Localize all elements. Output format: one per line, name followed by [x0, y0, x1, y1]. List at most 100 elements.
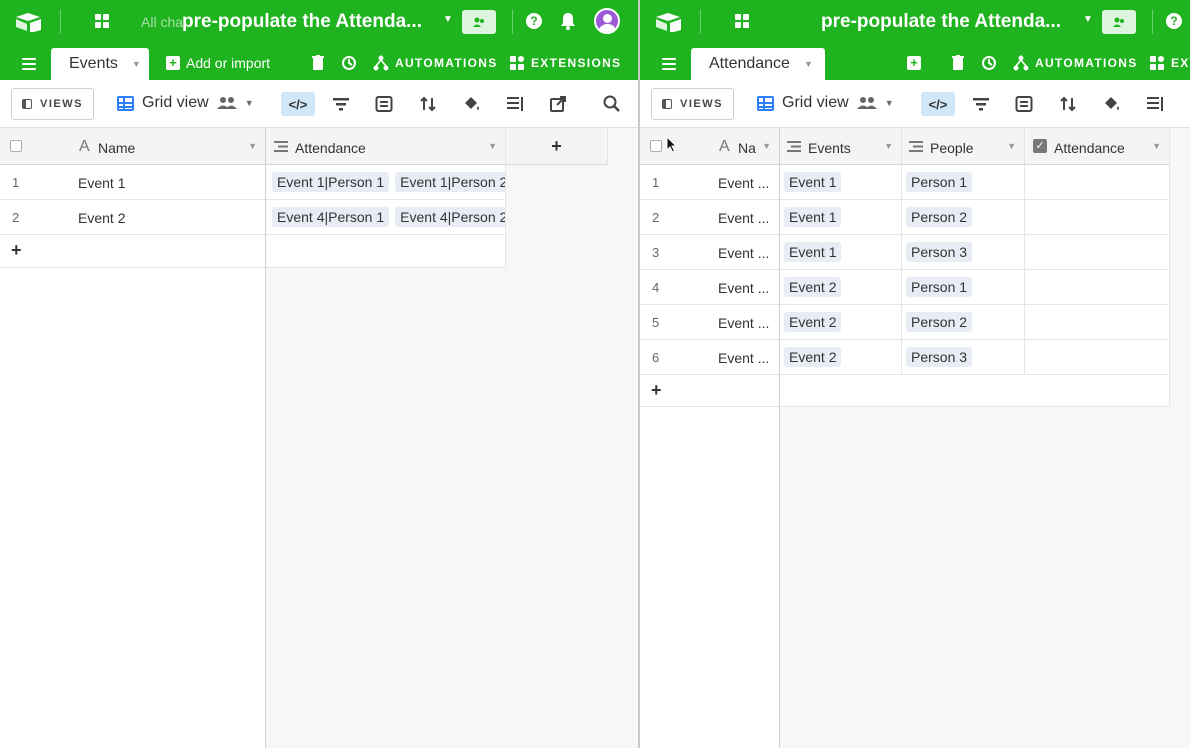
events-field-header[interactable]: Events ▼	[780, 128, 902, 165]
extensions-button[interactable]: EXTENSIONS	[509, 55, 621, 71]
linked-record-chip[interactable]: Event 1|Person 1	[272, 172, 390, 192]
cell-attendance[interactable]	[1025, 270, 1170, 305]
cell-events[interactable]: Event 1	[780, 200, 902, 235]
apps-icon[interactable]	[95, 14, 109, 28]
share-button[interactable]	[1102, 10, 1136, 34]
chevron-down-icon[interactable]: ▼	[762, 141, 771, 151]
chevron-down-icon[interactable]: ▼	[132, 59, 141, 69]
linked-record-chip[interactable]: Event 4|Person 2	[395, 207, 505, 227]
base-title[interactable]: pre-populate the Attenda...	[182, 11, 422, 33]
chevron-down-icon[interactable]: ▼	[248, 141, 257, 151]
filter-icon[interactable]	[331, 94, 351, 114]
views-button[interactable]: VIEWS	[11, 88, 94, 120]
hide-fields-button[interactable]: </>	[281, 92, 315, 116]
automations-button[interactable]: AUTOMATIONS	[1013, 55, 1138, 71]
row-height-icon[interactable]	[1145, 94, 1165, 114]
group-icon[interactable]	[374, 94, 394, 114]
cell-attendance[interactable]: Event 1|Person 1 Event 1|Person 2	[266, 165, 506, 200]
linked-record-chip[interactable]: Person 2	[906, 312, 973, 332]
cell-people[interactable]: Person 3	[902, 235, 1025, 270]
add-row-cell[interactable]	[780, 375, 1170, 407]
chevron-down-icon[interactable]: ▼	[1152, 141, 1161, 151]
cell-people[interactable]: Person 1	[902, 270, 1025, 305]
history-icon[interactable]	[981, 55, 997, 71]
cell-people[interactable]: Person 3	[902, 340, 1025, 375]
linked-record-chip[interactable]: Event 1	[784, 242, 842, 262]
filter-icon[interactable]	[971, 94, 991, 114]
help-icon[interactable]: ?	[526, 13, 542, 29]
select-all-checkbox[interactable]	[650, 140, 662, 152]
help-icon[interactable]: ?	[1166, 13, 1182, 29]
airtable-logo-icon[interactable]	[16, 12, 42, 32]
chevron-down-icon[interactable]: ▼	[245, 98, 254, 108]
chevron-down-icon[interactable]: ▼	[884, 141, 893, 151]
search-icon[interactable]	[602, 94, 622, 114]
add-field-button[interactable]: +	[506, 128, 608, 165]
linked-record-chip[interactable]: Event 1|Person 2	[395, 172, 505, 192]
linked-record-chip[interactable]: Event 1	[784, 172, 842, 192]
linked-record-chip[interactable]: Person 3	[906, 242, 973, 262]
grid-view-switcher[interactable]: Grid view ▼	[117, 94, 254, 112]
linked-record-chip[interactable]: Person 1	[906, 277, 973, 297]
cell-attendance[interactable]: Event 4|Person 1 Event 4|Person 2	[266, 200, 506, 235]
cell-name[interactable]: Event 2	[78, 210, 125, 226]
cell-attendance[interactable]	[1025, 200, 1170, 235]
primary-field-header[interactable]: A Na ▼	[640, 128, 780, 165]
cell-attendance[interactable]	[1025, 340, 1170, 375]
base-title[interactable]: pre-populate the Attenda...	[821, 11, 1061, 33]
hide-fields-button[interactable]: </>	[921, 92, 955, 116]
views-button[interactable]: VIEWS	[651, 88, 734, 120]
avatar[interactable]	[594, 8, 620, 34]
cell-attendance[interactable]	[1025, 235, 1170, 270]
tab-attendance[interactable]: Attendance ▼	[691, 48, 825, 80]
sort-icon[interactable]	[418, 94, 438, 114]
people-field-header[interactable]: People ▼	[902, 128, 1025, 165]
apps-icon[interactable]	[735, 14, 749, 28]
add-row-cell[interactable]	[266, 235, 506, 268]
cell-attendance[interactable]	[1025, 165, 1170, 200]
add-or-import-button[interactable]: + Add or import	[166, 55, 270, 71]
airtable-logo-icon[interactable]	[656, 12, 682, 32]
table-row[interactable]: 2 Event 2	[0, 200, 266, 235]
cell-name[interactable]: Event ...	[718, 280, 769, 296]
share-button[interactable]	[462, 10, 496, 34]
cell-people[interactable]: Person 2	[902, 305, 1025, 340]
chevron-down-icon[interactable]: ▼	[1007, 141, 1016, 151]
automations-button[interactable]: AUTOMATIONS	[373, 55, 498, 71]
menu-icon[interactable]	[662, 58, 676, 70]
chevron-down-icon[interactable]: ▼	[488, 141, 497, 151]
table-row[interactable]: 5 Event ...	[640, 305, 780, 340]
linked-record-chip[interactable]: Person 3	[906, 347, 973, 367]
cell-name[interactable]: Event 1	[78, 175, 125, 191]
cell-name[interactable]: Event ...	[718, 315, 769, 331]
cell-name[interactable]: Event ...	[718, 245, 769, 261]
table-row[interactable]: 3 Event ...	[640, 235, 780, 270]
tab-events[interactable]: Events ▼	[51, 48, 149, 80]
bell-icon[interactable]	[560, 12, 576, 30]
add-table-icon[interactable]: +	[907, 56, 921, 70]
chevron-down-icon[interactable]: ▼	[804, 59, 813, 69]
group-icon[interactable]	[1014, 94, 1034, 114]
linked-record-chip[interactable]: Event 2	[784, 277, 842, 297]
cell-name[interactable]: Event ...	[718, 350, 769, 366]
table-row[interactable]: 6 Event ...	[640, 340, 780, 375]
linked-record-chip[interactable]: Event 2	[784, 312, 842, 332]
linked-record-chip[interactable]: Event 4|Person 1	[272, 207, 390, 227]
trash-icon[interactable]	[312, 55, 324, 70]
cell-events[interactable]: Event 1	[780, 235, 902, 270]
cell-attendance[interactable]	[1025, 305, 1170, 340]
color-icon[interactable]	[1101, 94, 1121, 114]
cell-people[interactable]: Person 1	[902, 165, 1025, 200]
chevron-down-icon[interactable]: ▼	[443, 14, 453, 25]
cell-name[interactable]: Event ...	[718, 210, 769, 226]
cell-events[interactable]: Event 2	[780, 340, 902, 375]
row-height-icon[interactable]	[505, 94, 525, 114]
cell-events[interactable]: Event 1	[780, 165, 902, 200]
cell-people[interactable]: Person 2	[902, 200, 1025, 235]
select-all-checkbox[interactable]	[10, 140, 22, 152]
grid-view-switcher[interactable]: Grid view ▼	[757, 94, 894, 112]
attendance-field-header[interactable]: Attendance ▼	[266, 128, 506, 165]
sort-icon[interactable]	[1058, 94, 1078, 114]
share-view-icon[interactable]	[548, 94, 568, 114]
add-row-button[interactable]: +	[640, 375, 780, 407]
